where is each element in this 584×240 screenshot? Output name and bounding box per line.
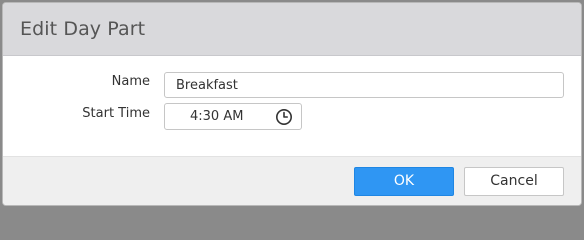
clock-icon[interactable]	[275, 108, 293, 126]
dialog-footer: OK Cancel	[3, 156, 581, 205]
start-time-label: Start Time	[82, 106, 150, 121]
cancel-button[interactable]: Cancel	[464, 167, 564, 196]
start-time-picker[interactable]: 4:30 AM	[164, 103, 302, 130]
name-label: Name	[111, 74, 150, 89]
start-time-value[interactable]: 4:30 AM	[190, 109, 243, 124]
name-input[interactable]	[164, 72, 564, 98]
dialog-title: Edit Day Part	[20, 18, 146, 40]
dialog-header: Edit Day Part	[3, 3, 581, 56]
edit-day-part-dialog: Edit Day Part Name Start Time 4:30 AM OK…	[2, 2, 582, 206]
ok-button[interactable]: OK	[354, 167, 454, 196]
dialog-body: Name Start Time 4:30 AM	[3, 56, 581, 156]
